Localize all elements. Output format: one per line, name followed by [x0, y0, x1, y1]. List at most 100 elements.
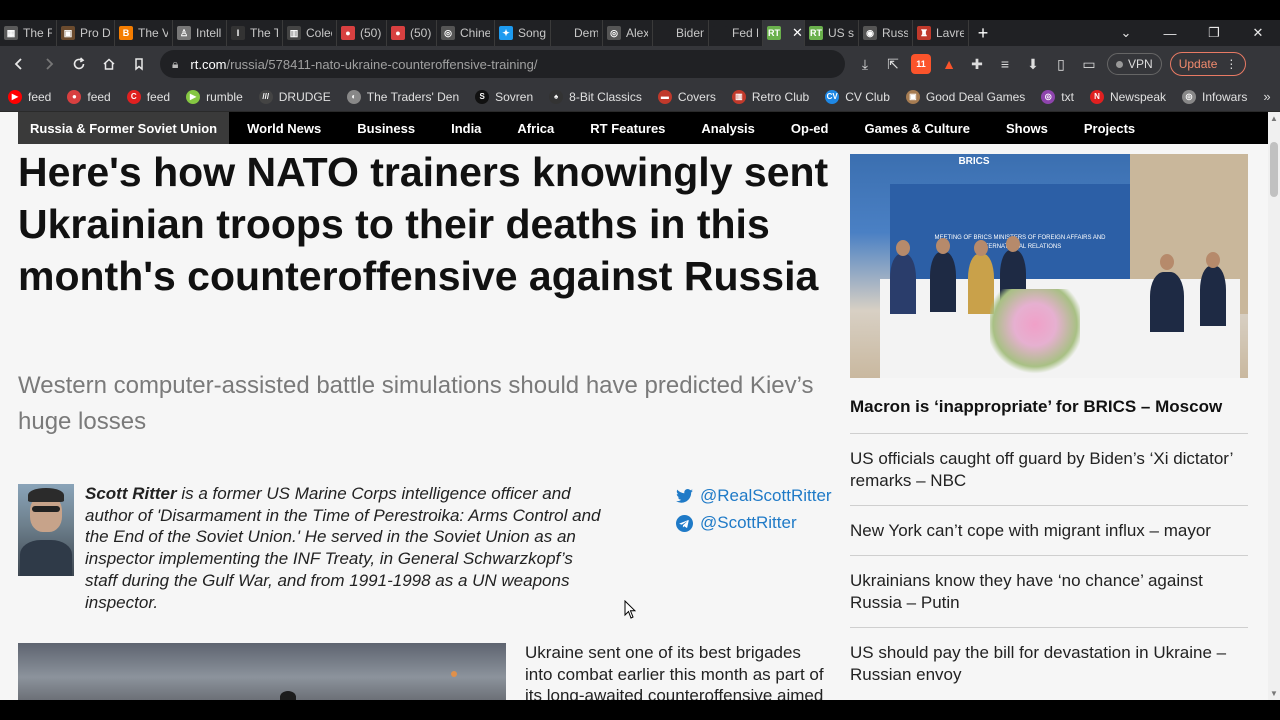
- update-button[interactable]: Update ⋮: [1169, 52, 1247, 76]
- restore-button[interactable]: ❐: [1192, 20, 1236, 46]
- site-nav-item[interactable]: Russia & Former Soviet Union: [18, 112, 230, 144]
- browser-tab[interactable]: I The T: [227, 20, 283, 46]
- bookmark-item[interactable]: ◎ Infowars: [1182, 89, 1247, 104]
- tab-title: Song: [518, 26, 546, 40]
- site-nav-item[interactable]: RT Features: [572, 112, 683, 144]
- browser-tab[interactable]: ◎ Chine: [437, 20, 495, 46]
- twitter-link[interactable]: @RealScottRitter: [676, 483, 832, 509]
- share-icon[interactable]: ⇱: [879, 50, 907, 78]
- browser-tab[interactable]: ▥ Colec: [283, 20, 337, 46]
- sidebar-news-item[interactable]: New York can’t cope with migrant influx …: [850, 505, 1248, 555]
- scroll-up-icon[interactable]: ▲: [1270, 114, 1278, 123]
- bookmark-icon[interactable]: [124, 49, 154, 79]
- author-photo[interactable]: [18, 484, 74, 576]
- vpn-button[interactable]: VPN: [1107, 53, 1162, 75]
- reload-icon[interactable]: [64, 49, 94, 79]
- author-name[interactable]: Scott Ritter: [85, 484, 177, 503]
- browser-tab[interactable]: Biden: [653, 20, 709, 46]
- window-controls: ⌄ — ❐ ✕: [1104, 20, 1280, 46]
- browser-tab[interactable]: RT US sh: [805, 20, 859, 46]
- site-nav-item[interactable]: Op-ed: [773, 112, 847, 144]
- bookmark-item[interactable]: ● feed: [67, 89, 111, 104]
- browser-tab[interactable]: ◉ Russi: [859, 20, 913, 46]
- browser-tab[interactable]: ♙ Intell: [173, 20, 227, 46]
- bookmark-item[interactable]: ▶ feed: [8, 89, 51, 104]
- browser-tab[interactable]: ✦ Song: [495, 20, 551, 46]
- site-info-icon[interactable]: 🔒︎: [172, 57, 178, 72]
- browser-tab[interactable]: B The V: [115, 20, 173, 46]
- page-scrollbar[interactable]: ▲ ▼: [1268, 112, 1280, 700]
- bookmark-favicon-icon: ▥: [731, 89, 746, 104]
- scrollbar-thumb[interactable]: [1270, 142, 1278, 197]
- bookmark-item[interactable]: ◐ The Traders' Den: [346, 89, 459, 104]
- bookmark-item[interactable]: S Sovren: [475, 89, 533, 104]
- browser-tab[interactable]: ▣ Pro D: [57, 20, 115, 46]
- wallet-icon[interactable]: ▭: [1075, 50, 1103, 78]
- back-icon[interactable]: [4, 49, 34, 79]
- bookmark-item[interactable]: ◎ txt: [1041, 89, 1074, 104]
- bookmark-item[interactable]: ▥ Retro Club: [731, 89, 809, 104]
- bookmark-item[interactable]: CV CV Club: [825, 89, 890, 104]
- site-nav-item[interactable]: India: [433, 112, 499, 144]
- site-nav-item[interactable]: Games & Culture: [846, 112, 987, 144]
- close-window-button[interactable]: ✕: [1236, 20, 1280, 46]
- playlist-icon[interactable]: ≡: [991, 50, 1019, 78]
- site-nav-item[interactable]: Business: [339, 112, 433, 144]
- tab-search-icon[interactable]: ⌄: [1104, 20, 1148, 46]
- browser-tab[interactable]: ● (50) N: [337, 20, 387, 46]
- site-nav-item[interactable]: Africa: [499, 112, 572, 144]
- telegram-icon: [676, 514, 693, 532]
- browser-tab[interactable]: Demo: [551, 20, 603, 46]
- sidebar-news-item[interactable]: Ukrainians know they have ‘no chance’ ag…: [850, 555, 1248, 627]
- brave-shields-icon[interactable]: 11: [907, 50, 935, 78]
- article-image[interactable]: [18, 643, 506, 700]
- address-bar[interactable]: 🔒︎ rt.com/russia/578411-nato-ukraine-cou…: [160, 50, 845, 78]
- new-tab-button[interactable]: +: [969, 20, 997, 46]
- browser-tab[interactable]: ♜ Lavre: [913, 20, 969, 46]
- photo-glasses: [32, 506, 60, 512]
- brave-rewards-icon[interactable]: ▲: [935, 50, 963, 78]
- image-person-head: [936, 238, 950, 254]
- telegram-link[interactable]: @ScottRitter: [676, 510, 832, 536]
- browser-tab[interactable]: ▦ The F: [0, 20, 57, 46]
- tab-favicon-icon: ▥: [287, 26, 301, 40]
- home-icon[interactable]: [94, 49, 124, 79]
- bookmark-item[interactable]: ▬ Covers: [657, 89, 716, 104]
- bookmark-label: DRUDGE: [278, 89, 331, 104]
- bookmark-favicon-icon: S: [475, 89, 490, 104]
- tab-favicon-icon: I: [231, 26, 245, 40]
- browser-tab[interactable]: ◎ Alex: [603, 20, 653, 46]
- downloads-icon[interactable]: ⬇: [1019, 50, 1047, 78]
- author-bio-text: is a former US Marine Corps intelligence…: [85, 484, 601, 612]
- toolbar: 🔒︎ rt.com/russia/578411-nato-ukraine-cou…: [0, 46, 1280, 82]
- browser-tab[interactable]: RTH✕: [763, 20, 805, 46]
- telegram-handle: @ScottRitter: [700, 513, 797, 532]
- site-nav-item[interactable]: Analysis: [683, 112, 772, 144]
- bookmarks-overflow-icon[interactable]: »: [1263, 89, 1270, 104]
- bookmark-item[interactable]: ▶ rumble: [186, 89, 243, 104]
- site-nav-item[interactable]: Projects: [1066, 112, 1153, 144]
- site-nav-item[interactable]: World News: [229, 112, 339, 144]
- sidebar-news-item[interactable]: US should pay the bill for devastation i…: [850, 627, 1248, 699]
- image-person: [1200, 266, 1226, 326]
- site-nav-item[interactable]: Shows: [988, 112, 1066, 144]
- bookmark-item[interactable]: Cfeed: [126, 89, 170, 104]
- tab-favicon-icon: RT: [767, 26, 781, 40]
- sidebar-headline[interactable]: Macron is ‘inappropriate’ for BRICS – Mo…: [850, 396, 1248, 418]
- bookmark-item[interactable]: ♠ 8-Bit Classics: [549, 89, 642, 104]
- sidebar-news-item[interactable]: US officials caught off guard by Biden’s…: [850, 433, 1248, 505]
- bookmark-item[interactable]: N Newspeak: [1089, 89, 1166, 104]
- tab-close-icon[interactable]: ✕: [792, 25, 803, 41]
- browser-tab[interactable]: Fed E: [709, 20, 763, 46]
- sidebar-icon[interactable]: ▯: [1047, 50, 1075, 78]
- menu-icon[interactable]: ⋮: [1225, 57, 1237, 71]
- extensions-icon[interactable]: ✚: [963, 50, 991, 78]
- scroll-down-icon[interactable]: ▼: [1270, 689, 1278, 698]
- forward-icon[interactable]: [34, 49, 64, 79]
- install-icon[interactable]: ⤓: [851, 50, 879, 78]
- bookmark-item[interactable]: /// DRUDGE: [258, 89, 331, 104]
- bookmark-item[interactable]: ▣ Good Deal Games: [905, 89, 1025, 104]
- sidebar-featured-image[interactable]: BRICS MEETING OF BRICS MINISTERS OF FORE…: [850, 154, 1248, 378]
- minimize-button[interactable]: —: [1148, 20, 1192, 46]
- browser-tab[interactable]: ● (50) N: [387, 20, 437, 46]
